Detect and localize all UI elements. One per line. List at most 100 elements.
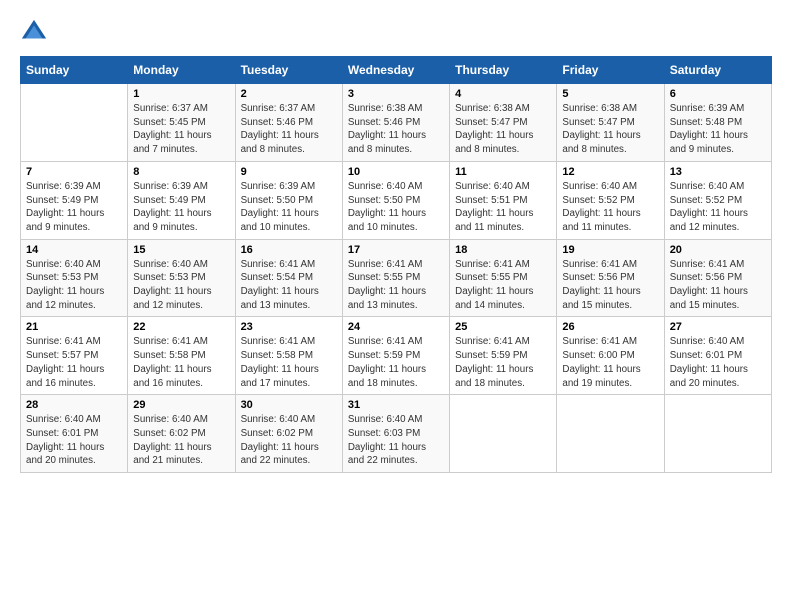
calendar-cell: 8Sunrise: 6:39 AM Sunset: 5:49 PM Daylig…: [128, 161, 235, 239]
day-number: 4: [455, 88, 551, 100]
day-info: Sunrise: 6:41 AM Sunset: 6:00 PM Dayligh…: [562, 335, 658, 390]
day-info: Sunrise: 6:40 AM Sunset: 5:51 PM Dayligh…: [455, 180, 551, 235]
day-number: 7: [26, 166, 122, 178]
calendar-cell: 28 Sunrise: 6:40 AM Sunset: 6:01 PM Dayli…: [21, 395, 128, 473]
day-number: 31: [348, 399, 444, 411]
header-row: SundayMondayTuesdayWednesdayThursdayFrid…: [21, 57, 772, 84]
week-row-2: 7 Sunrise: 6:39 AM Sunset: 5:49 PM Daylig…: [21, 161, 772, 239]
day-info: Sunrise: 6:40 AM Sunset: 6:02 PM Dayligh…: [241, 413, 337, 468]
calendar-cell: 3Sunrise: 6:38 AM Sunset: 5:46 PM Daylig…: [342, 84, 449, 162]
calendar-cell: 15 Sunrise: 6:40 AM Sunset: 5:53 PM Dayli…: [128, 239, 235, 317]
header: [20, 18, 772, 46]
day-info: Sunrise: 6:41 AM Sunset: 5:58 PM Dayligh…: [133, 335, 229, 390]
day-info: Sunrise: 6:41 AM Sunset: 5:55 PM Dayligh…: [348, 258, 444, 313]
day-number: 17: [348, 244, 444, 256]
day-info: Sunrise: 6:41 AM Sunset: 5:55 PM Dayligh…: [455, 258, 551, 313]
day-number: 25: [455, 321, 551, 333]
day-info: Sunrise: 6:37 AM Sunset: 5:45 PM Dayligh…: [133, 102, 229, 157]
day-info: Sunrise: 6:37 AM Sunset: 5:46 PM Dayligh…: [241, 102, 337, 157]
calendar-cell: 11 Sunrise: 6:40 AM Sunset: 5:51 PM Dayli…: [450, 161, 557, 239]
calendar-cell: 22Sunrise: 6:41 AM Sunset: 5:58 PM Dayli…: [128, 317, 235, 395]
calendar-cell: 18Sunrise: 6:41 AM Sunset: 5:55 PM Dayli…: [450, 239, 557, 317]
week-row-1: 1 Sunrise: 6:37 AM Sunset: 5:45 PM Daylig…: [21, 84, 772, 162]
day-info: Sunrise: 6:39 AM Sunset: 5:50 PM Dayligh…: [241, 180, 337, 235]
day-number: 19: [562, 244, 658, 256]
calendar-cell: 16Sunrise: 6:41 AM Sunset: 5:54 PM Dayli…: [235, 239, 342, 317]
day-info: Sunrise: 6:40 AM Sunset: 5:53 PM Dayligh…: [133, 258, 229, 313]
day-number: 3: [348, 88, 444, 100]
day-info: Sunrise: 6:41 AM Sunset: 5:56 PM Dayligh…: [670, 258, 766, 313]
day-number: 23: [241, 321, 337, 333]
day-info: Sunrise: 6:41 AM Sunset: 5:58 PM Dayligh…: [241, 335, 337, 390]
day-header-saturday: Saturday: [664, 57, 771, 84]
day-header-tuesday: Tuesday: [235, 57, 342, 84]
day-info: Sunrise: 6:38 AM Sunset: 5:47 PM Dayligh…: [455, 102, 551, 157]
calendar-cell: 12 Sunrise: 6:40 AM Sunset: 5:52 PM Dayli…: [557, 161, 664, 239]
calendar-cell: 13 Sunrise: 6:40 AM Sunset: 5:52 PM Dayli…: [664, 161, 771, 239]
calendar-cell: 5Sunrise: 6:38 AM Sunset: 5:47 PM Daylig…: [557, 84, 664, 162]
calendar-cell: [21, 84, 128, 162]
day-info: Sunrise: 6:40 AM Sunset: 5:52 PM Dayligh…: [670, 180, 766, 235]
calendar-cell: 6Sunrise: 6:39 AM Sunset: 5:48 PM Daylig…: [664, 84, 771, 162]
calendar-cell: [664, 395, 771, 473]
calendar-cell: 17 Sunrise: 6:41 AM Sunset: 5:55 PM Dayli…: [342, 239, 449, 317]
day-info: Sunrise: 6:39 AM Sunset: 5:49 PM Dayligh…: [26, 180, 122, 235]
logo-icon: [20, 18, 48, 46]
calendar-cell: 4 Sunrise: 6:38 AM Sunset: 5:47 PM Daylig…: [450, 84, 557, 162]
day-number: 10: [348, 166, 444, 178]
day-number: 2: [241, 88, 337, 100]
day-header-thursday: Thursday: [450, 57, 557, 84]
calendar-cell: 30 Sunrise: 6:40 AM Sunset: 6:02 PM Dayli…: [235, 395, 342, 473]
calendar-cell: 9Sunrise: 6:39 AM Sunset: 5:50 PM Daylig…: [235, 161, 342, 239]
week-row-5: 28 Sunrise: 6:40 AM Sunset: 6:01 PM Dayli…: [21, 395, 772, 473]
day-number: 21: [26, 321, 122, 333]
calendar-cell: 1 Sunrise: 6:37 AM Sunset: 5:45 PM Daylig…: [128, 84, 235, 162]
day-number: 29: [133, 399, 229, 411]
day-info: Sunrise: 6:41 AM Sunset: 5:59 PM Dayligh…: [348, 335, 444, 390]
day-info: Sunrise: 6:39 AM Sunset: 5:49 PM Dayligh…: [133, 180, 229, 235]
day-info: Sunrise: 6:41 AM Sunset: 5:56 PM Dayligh…: [562, 258, 658, 313]
day-info: Sunrise: 6:40 AM Sunset: 6:01 PM Dayligh…: [26, 413, 122, 468]
day-info: Sunrise: 6:40 AM Sunset: 5:53 PM Dayligh…: [26, 258, 122, 313]
calendar-cell: 7 Sunrise: 6:39 AM Sunset: 5:49 PM Daylig…: [21, 161, 128, 239]
calendar-cell: 10 Sunrise: 6:40 AM Sunset: 5:50 PM Dayli…: [342, 161, 449, 239]
day-info: Sunrise: 6:41 AM Sunset: 5:59 PM Dayligh…: [455, 335, 551, 390]
calendar-cell: 19 Sunrise: 6:41 AM Sunset: 5:56 PM Dayli…: [557, 239, 664, 317]
calendar-cell: 25 Sunrise: 6:41 AM Sunset: 5:59 PM Dayli…: [450, 317, 557, 395]
day-header-wednesday: Wednesday: [342, 57, 449, 84]
calendar-cell: 20Sunrise: 6:41 AM Sunset: 5:56 PM Dayli…: [664, 239, 771, 317]
calendar-cell: 2 Sunrise: 6:37 AM Sunset: 5:46 PM Daylig…: [235, 84, 342, 162]
day-number: 28: [26, 399, 122, 411]
page: SundayMondayTuesdayWednesdayThursdayFrid…: [0, 0, 792, 612]
calendar-cell: 24Sunrise: 6:41 AM Sunset: 5:59 PM Dayli…: [342, 317, 449, 395]
calendar-cell: 29 Sunrise: 6:40 AM Sunset: 6:02 PM Dayli…: [128, 395, 235, 473]
calendar-table: SundayMondayTuesdayWednesdayThursdayFrid…: [20, 56, 772, 473]
day-number: 15: [133, 244, 229, 256]
calendar-cell: 31 Sunrise: 6:40 AM Sunset: 6:03 PM Dayli…: [342, 395, 449, 473]
calendar-cell: [557, 395, 664, 473]
calendar-cell: 23 Sunrise: 6:41 AM Sunset: 5:58 PM Dayli…: [235, 317, 342, 395]
week-row-4: 21 Sunrise: 6:41 AM Sunset: 5:57 PM Dayli…: [21, 317, 772, 395]
day-header-friday: Friday: [557, 57, 664, 84]
day-number: 26: [562, 321, 658, 333]
day-number: 13: [670, 166, 766, 178]
day-info: Sunrise: 6:41 AM Sunset: 5:57 PM Dayligh…: [26, 335, 122, 390]
day-header-sunday: Sunday: [21, 57, 128, 84]
day-number: 16: [241, 244, 337, 256]
day-number: 30: [241, 399, 337, 411]
calendar-cell: 14 Sunrise: 6:40 AM Sunset: 5:53 PM Dayli…: [21, 239, 128, 317]
day-info: Sunrise: 6:39 AM Sunset: 5:48 PM Dayligh…: [670, 102, 766, 157]
calendar-cell: [450, 395, 557, 473]
day-info: Sunrise: 6:40 AM Sunset: 5:50 PM Dayligh…: [348, 180, 444, 235]
calendar-cell: 21 Sunrise: 6:41 AM Sunset: 5:57 PM Dayli…: [21, 317, 128, 395]
day-info: Sunrise: 6:40 AM Sunset: 6:02 PM Dayligh…: [133, 413, 229, 468]
day-info: Sunrise: 6:40 AM Sunset: 6:03 PM Dayligh…: [348, 413, 444, 468]
week-row-3: 14 Sunrise: 6:40 AM Sunset: 5:53 PM Dayli…: [21, 239, 772, 317]
day-number: 1: [133, 88, 229, 100]
calendar-cell: 26 Sunrise: 6:41 AM Sunset: 6:00 PM Dayli…: [557, 317, 664, 395]
day-number: 11: [455, 166, 551, 178]
day-number: 14: [26, 244, 122, 256]
day-number: 27: [670, 321, 766, 333]
day-info: Sunrise: 6:40 AM Sunset: 5:52 PM Dayligh…: [562, 180, 658, 235]
day-number: 12: [562, 166, 658, 178]
